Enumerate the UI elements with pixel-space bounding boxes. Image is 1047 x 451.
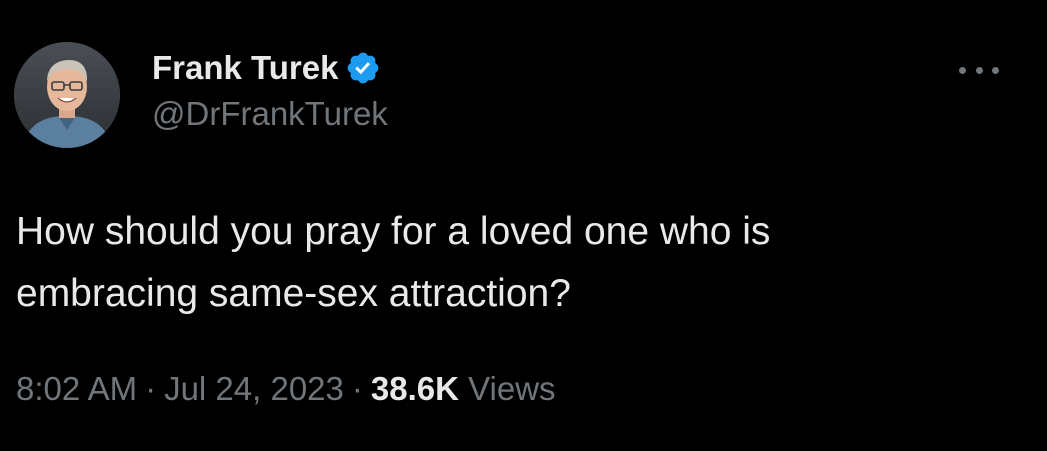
views-label: Views xyxy=(468,370,556,407)
avatar-image xyxy=(14,42,120,148)
views-count[interactable]: 38.6K xyxy=(371,370,459,407)
avatar[interactable] xyxy=(14,42,120,148)
author-display-name[interactable]: Frank Turek xyxy=(152,49,338,87)
tweet-text-line: embracing same-sex attraction? xyxy=(16,272,571,315)
more-options-button[interactable] xyxy=(956,58,1002,82)
tweet-meta: 8:02 AM · Jul 24, 2023 · 38.6K Views xyxy=(16,370,556,408)
tweet: Frank Turek @DrFrankTurek How should you… xyxy=(0,0,1047,451)
meta-separator: · xyxy=(145,370,157,407)
tweet-text-line: How should you pray for a loved one who … xyxy=(16,210,771,253)
more-dot-icon xyxy=(992,66,999,74)
verified-badge-icon[interactable] xyxy=(345,50,381,86)
tweet-header: Frank Turek @DrFrankTurek xyxy=(152,47,388,133)
tweet-time[interactable]: 8:02 AM xyxy=(16,370,137,407)
meta-separator: · xyxy=(351,370,363,407)
tweet-text: How should you pray for a loved one who … xyxy=(16,201,1016,325)
tweet-date[interactable]: Jul 24, 2023 xyxy=(164,370,344,407)
author-name-row: Frank Turek xyxy=(152,47,388,89)
more-dot-icon xyxy=(959,66,966,74)
more-dot-icon xyxy=(975,66,983,74)
author-handle[interactable]: @DrFrankTurek xyxy=(152,95,388,133)
